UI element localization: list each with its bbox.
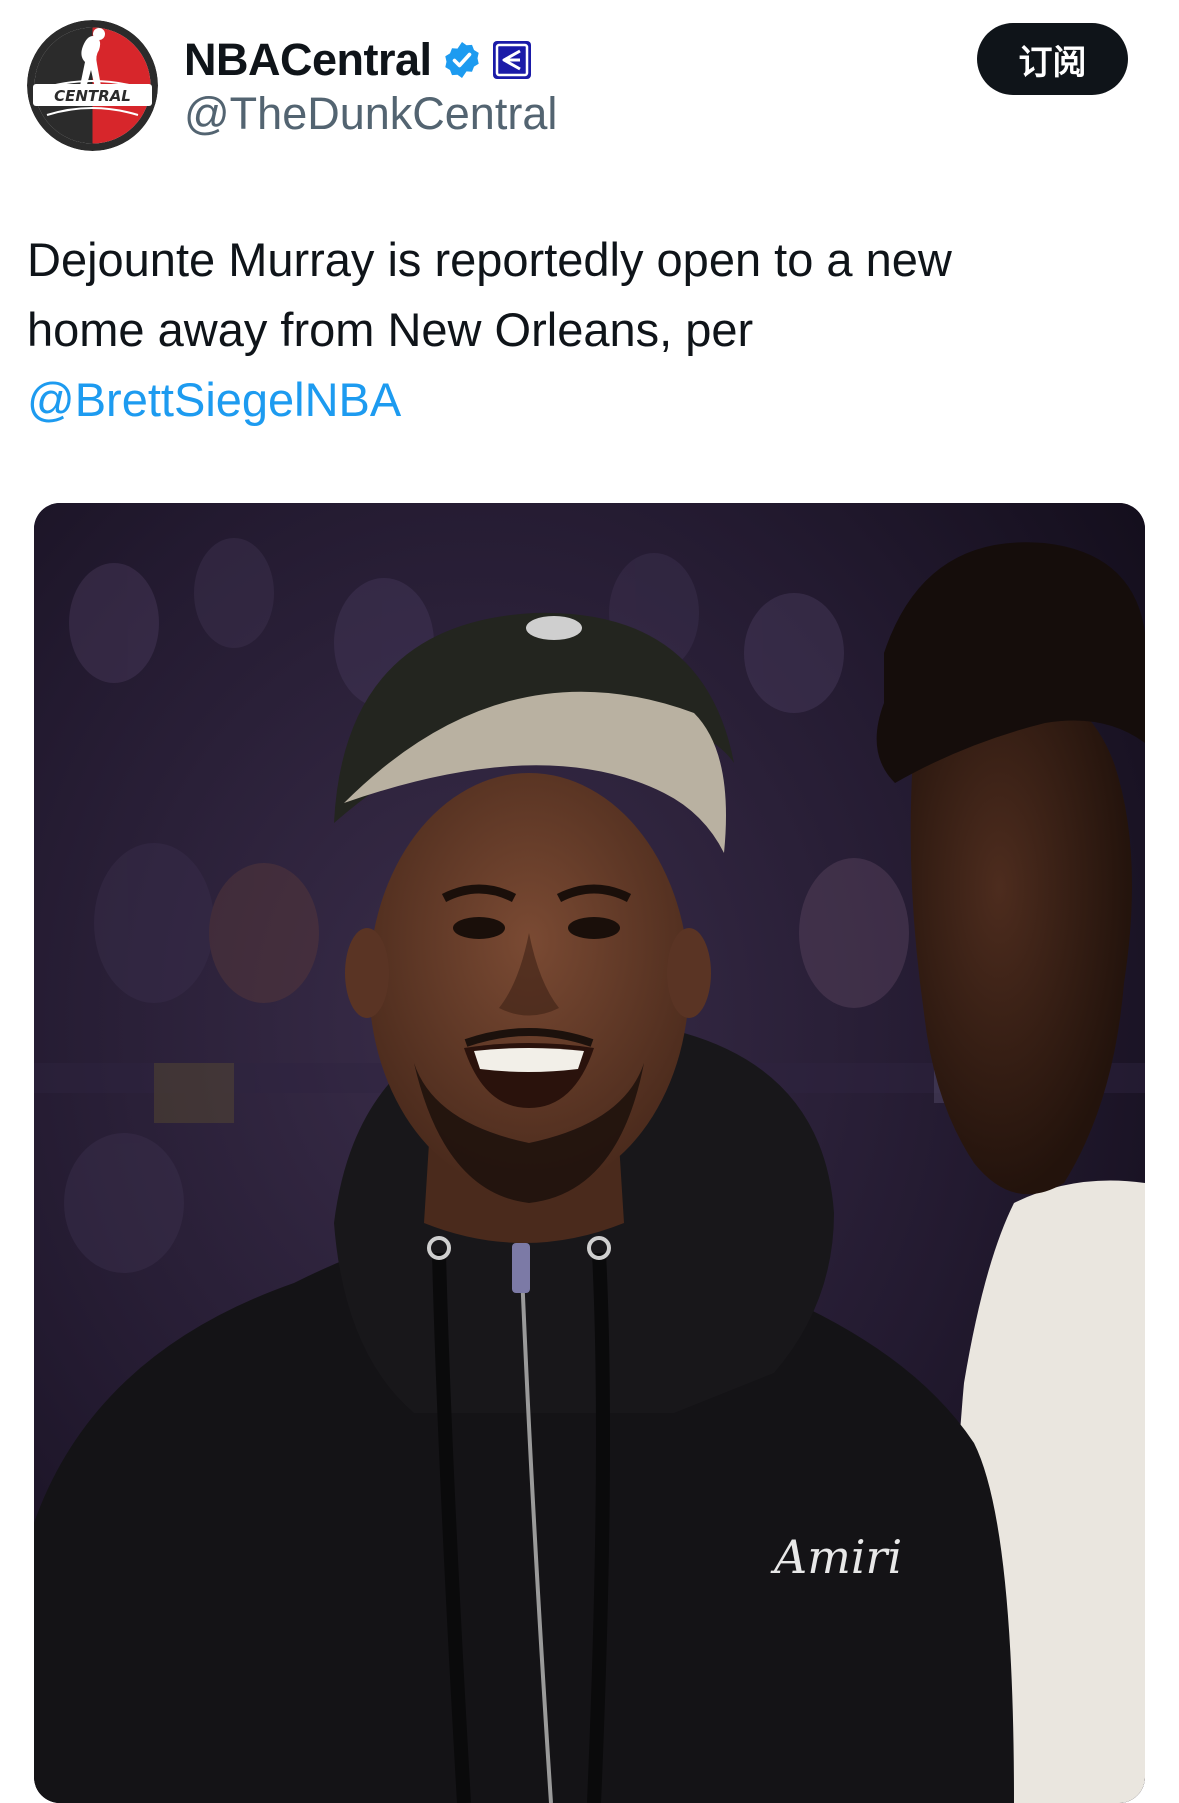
- tweet-photo[interactable]: Amiri: [34, 503, 1145, 1803]
- avatar[interactable]: CENTRAL: [27, 20, 158, 151]
- subscribe-button[interactable]: 订阅: [977, 23, 1128, 95]
- avatar-logo-text: CENTRAL: [54, 87, 131, 105]
- photo-illustration: Amiri: [34, 503, 1145, 1803]
- author-handle[interactable]: @TheDunkCentral: [184, 88, 557, 140]
- nba-central-logo: CENTRAL: [27, 20, 158, 151]
- verified-badge-icon[interactable]: [442, 40, 482, 80]
- affiliate-badge-icon[interactable]: [492, 40, 532, 80]
- jacket-logo-text: Amiri: [770, 1530, 902, 1584]
- tweet-text-line-2: home away from New Orleans, per: [27, 303, 754, 356]
- mention-link[interactable]: @BrettSiegelNBA: [27, 365, 1107, 435]
- author-name-row: NBACentral: [184, 30, 532, 90]
- display-name[interactable]: NBACentral: [184, 34, 432, 86]
- tweet-text-line-1: Dejounte Murray is reportedly open to a …: [27, 233, 952, 286]
- tweet-text: Dejounte Murray is reportedly open to a …: [27, 225, 1107, 435]
